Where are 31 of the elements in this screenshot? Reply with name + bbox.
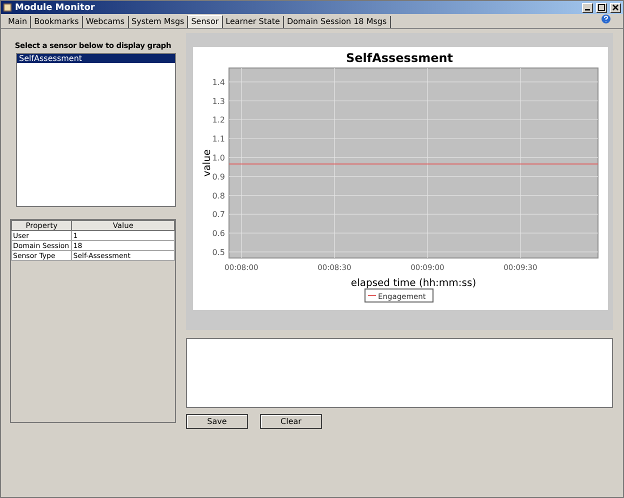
y-tick-label: 0.5 xyxy=(212,248,225,257)
tab[interactable]: Sensor xyxy=(188,15,223,28)
y-tick-label: 1.1 xyxy=(212,134,225,144)
y-tick-label: 0.8 xyxy=(212,191,225,200)
y-tick-label: 0.9 xyxy=(212,172,225,182)
window-title: Module Monitor xyxy=(15,2,96,12)
help-icon[interactable] xyxy=(601,14,611,24)
maximize-icon xyxy=(598,4,605,11)
y-tick-label: 1.0 xyxy=(212,154,225,163)
action-button[interactable]: Clear xyxy=(260,414,322,429)
action-button[interactable]: Save xyxy=(186,414,248,429)
y-tick-label: 0.7 xyxy=(212,210,225,220)
tab[interactable]: Learner State xyxy=(222,16,284,28)
minimize-button[interactable] xyxy=(582,2,593,12)
y-tick-label: 1.2 xyxy=(212,116,225,125)
close-icon xyxy=(612,4,619,11)
sensor-list-item[interactable]: SelfAssessment xyxy=(17,54,175,63)
y-tick-label: 0.6 xyxy=(212,229,225,238)
tab[interactable]: Domain Session 18 Msgs xyxy=(284,16,391,28)
maximize-button[interactable] xyxy=(596,2,607,12)
x-axis-label: elapsed time (hh:mm:ss) xyxy=(350,278,476,289)
text-area[interactable] xyxy=(186,338,613,408)
y-tick-label: 1.3 xyxy=(212,96,225,106)
close-button[interactable] xyxy=(610,2,621,12)
tab[interactable]: Webcams xyxy=(82,16,129,28)
app-icon xyxy=(3,3,12,12)
tab[interactable]: Bookmarks xyxy=(31,16,83,28)
chart-title: SelfAssessment xyxy=(346,51,454,65)
tab[interactable]: Main xyxy=(5,16,32,28)
y-axis-label: value xyxy=(202,149,213,177)
y-tick-label: 1.4 xyxy=(212,78,225,87)
